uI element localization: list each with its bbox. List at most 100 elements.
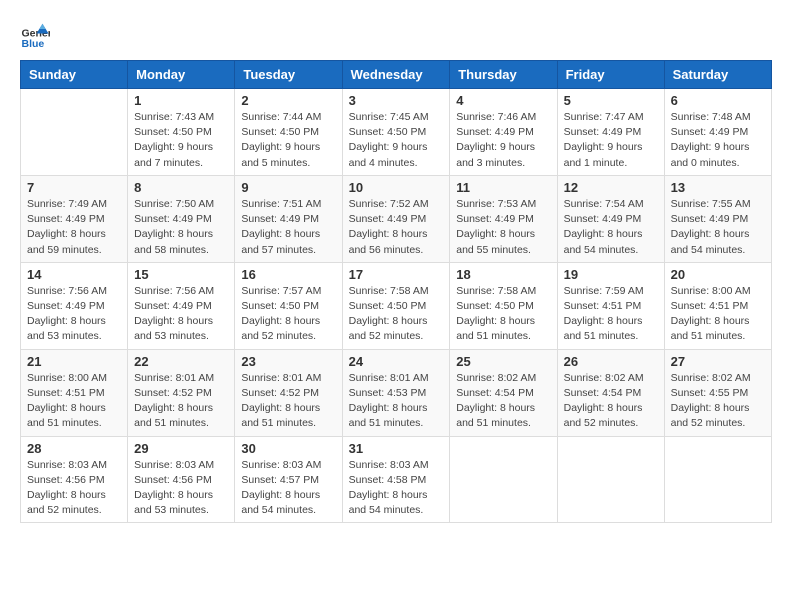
calendar-cell <box>557 436 664 523</box>
day-info: Sunrise: 7:59 AMSunset: 4:51 PMDaylight:… <box>564 284 658 345</box>
calendar-cell: 4 Sunrise: 7:46 AMSunset: 4:49 PMDayligh… <box>450 89 557 176</box>
calendar-cell: 10 Sunrise: 7:52 AMSunset: 4:49 PMDaylig… <box>342 175 450 262</box>
day-info: Sunrise: 8:02 AMSunset: 4:54 PMDaylight:… <box>456 371 550 432</box>
day-number: 26 <box>564 354 658 369</box>
day-info: Sunrise: 7:55 AMSunset: 4:49 PMDaylight:… <box>671 197 765 258</box>
day-number: 30 <box>241 441 335 456</box>
day-info: Sunrise: 7:46 AMSunset: 4:49 PMDaylight:… <box>456 110 550 171</box>
day-number: 21 <box>27 354 121 369</box>
day-number: 16 <box>241 267 335 282</box>
day-info: Sunrise: 8:01 AMSunset: 4:52 PMDaylight:… <box>134 371 228 432</box>
day-info: Sunrise: 8:01 AMSunset: 4:52 PMDaylight:… <box>241 371 335 432</box>
day-number: 19 <box>564 267 658 282</box>
day-number: 18 <box>456 267 550 282</box>
day-number: 17 <box>349 267 444 282</box>
day-info: Sunrise: 7:56 AMSunset: 4:49 PMDaylight:… <box>134 284 228 345</box>
calendar-cell: 29 Sunrise: 8:03 AMSunset: 4:56 PMDaylig… <box>128 436 235 523</box>
day-number: 3 <box>349 93 444 108</box>
calendar-cell: 19 Sunrise: 7:59 AMSunset: 4:51 PMDaylig… <box>557 262 664 349</box>
day-number: 5 <box>564 93 658 108</box>
calendar-cell <box>450 436 557 523</box>
calendar-cell: 30 Sunrise: 8:03 AMSunset: 4:57 PMDaylig… <box>235 436 342 523</box>
calendar-cell: 3 Sunrise: 7:45 AMSunset: 4:50 PMDayligh… <box>342 89 450 176</box>
day-info: Sunrise: 7:47 AMSunset: 4:49 PMDaylight:… <box>564 110 658 171</box>
day-number: 9 <box>241 180 335 195</box>
day-number: 20 <box>671 267 765 282</box>
day-info: Sunrise: 7:56 AMSunset: 4:49 PMDaylight:… <box>27 284 121 345</box>
calendar-table: SundayMondayTuesdayWednesdayThursdayFrid… <box>20 60 772 523</box>
calendar-cell: 13 Sunrise: 7:55 AMSunset: 4:49 PMDaylig… <box>664 175 771 262</box>
calendar-header-thursday: Thursday <box>450 61 557 89</box>
calendar-cell: 16 Sunrise: 7:57 AMSunset: 4:50 PMDaylig… <box>235 262 342 349</box>
day-number: 28 <box>27 441 121 456</box>
day-number: 13 <box>671 180 765 195</box>
day-number: 15 <box>134 267 228 282</box>
day-info: Sunrise: 7:49 AMSunset: 4:49 PMDaylight:… <box>27 197 121 258</box>
calendar-cell: 26 Sunrise: 8:02 AMSunset: 4:54 PMDaylig… <box>557 349 664 436</box>
calendar-week-row: 14 Sunrise: 7:56 AMSunset: 4:49 PMDaylig… <box>21 262 772 349</box>
calendar-cell: 9 Sunrise: 7:51 AMSunset: 4:49 PMDayligh… <box>235 175 342 262</box>
day-number: 10 <box>349 180 444 195</box>
day-number: 25 <box>456 354 550 369</box>
day-number: 31 <box>349 441 444 456</box>
day-number: 8 <box>134 180 228 195</box>
day-info: Sunrise: 8:00 AMSunset: 4:51 PMDaylight:… <box>27 371 121 432</box>
day-info: Sunrise: 7:48 AMSunset: 4:49 PMDaylight:… <box>671 110 765 171</box>
calendar-cell: 31 Sunrise: 8:03 AMSunset: 4:58 PMDaylig… <box>342 436 450 523</box>
day-info: Sunrise: 7:45 AMSunset: 4:50 PMDaylight:… <box>349 110 444 171</box>
calendar-cell: 18 Sunrise: 7:58 AMSunset: 4:50 PMDaylig… <box>450 262 557 349</box>
calendar-week-row: 28 Sunrise: 8:03 AMSunset: 4:56 PMDaylig… <box>21 436 772 523</box>
day-number: 4 <box>456 93 550 108</box>
calendar-cell: 5 Sunrise: 7:47 AMSunset: 4:49 PMDayligh… <box>557 89 664 176</box>
day-number: 22 <box>134 354 228 369</box>
day-info: Sunrise: 7:52 AMSunset: 4:49 PMDaylight:… <box>349 197 444 258</box>
day-number: 23 <box>241 354 335 369</box>
calendar-cell: 6 Sunrise: 7:48 AMSunset: 4:49 PMDayligh… <box>664 89 771 176</box>
calendar-header-saturday: Saturday <box>664 61 771 89</box>
day-number: 29 <box>134 441 228 456</box>
calendar-cell <box>21 89 128 176</box>
calendar-header-sunday: Sunday <box>21 61 128 89</box>
logo: General Blue <box>20 20 50 50</box>
day-info: Sunrise: 7:53 AMSunset: 4:49 PMDaylight:… <box>456 197 550 258</box>
calendar-week-row: 7 Sunrise: 7:49 AMSunset: 4:49 PMDayligh… <box>21 175 772 262</box>
day-info: Sunrise: 8:00 AMSunset: 4:51 PMDaylight:… <box>671 284 765 345</box>
calendar-week-row: 1 Sunrise: 7:43 AMSunset: 4:50 PMDayligh… <box>21 89 772 176</box>
day-number: 12 <box>564 180 658 195</box>
page-header: General Blue <box>20 20 772 50</box>
day-number: 7 <box>27 180 121 195</box>
day-number: 27 <box>671 354 765 369</box>
calendar-cell <box>664 436 771 523</box>
svg-text:Blue: Blue <box>22 38 45 50</box>
calendar-cell: 28 Sunrise: 8:03 AMSunset: 4:56 PMDaylig… <box>21 436 128 523</box>
day-info: Sunrise: 8:02 AMSunset: 4:55 PMDaylight:… <box>671 371 765 432</box>
calendar-cell: 23 Sunrise: 8:01 AMSunset: 4:52 PMDaylig… <box>235 349 342 436</box>
day-info: Sunrise: 7:58 AMSunset: 4:50 PMDaylight:… <box>349 284 444 345</box>
calendar-header-monday: Monday <box>128 61 235 89</box>
day-number: 1 <box>134 93 228 108</box>
day-info: Sunrise: 8:03 AMSunset: 4:56 PMDaylight:… <box>134 458 228 519</box>
day-info: Sunrise: 7:57 AMSunset: 4:50 PMDaylight:… <box>241 284 335 345</box>
day-info: Sunrise: 7:54 AMSunset: 4:49 PMDaylight:… <box>564 197 658 258</box>
day-number: 24 <box>349 354 444 369</box>
day-info: Sunrise: 7:43 AMSunset: 4:50 PMDaylight:… <box>134 110 228 171</box>
day-info: Sunrise: 7:58 AMSunset: 4:50 PMDaylight:… <box>456 284 550 345</box>
day-info: Sunrise: 7:51 AMSunset: 4:49 PMDaylight:… <box>241 197 335 258</box>
calendar-cell: 21 Sunrise: 8:00 AMSunset: 4:51 PMDaylig… <box>21 349 128 436</box>
day-info: Sunrise: 8:03 AMSunset: 4:58 PMDaylight:… <box>349 458 444 519</box>
calendar-header-row: SundayMondayTuesdayWednesdayThursdayFrid… <box>21 61 772 89</box>
calendar-cell: 15 Sunrise: 7:56 AMSunset: 4:49 PMDaylig… <box>128 262 235 349</box>
day-info: Sunrise: 7:44 AMSunset: 4:50 PMDaylight:… <box>241 110 335 171</box>
calendar-cell: 25 Sunrise: 8:02 AMSunset: 4:54 PMDaylig… <box>450 349 557 436</box>
calendar-cell: 22 Sunrise: 8:01 AMSunset: 4:52 PMDaylig… <box>128 349 235 436</box>
calendar-cell: 20 Sunrise: 8:00 AMSunset: 4:51 PMDaylig… <box>664 262 771 349</box>
day-info: Sunrise: 8:03 AMSunset: 4:57 PMDaylight:… <box>241 458 335 519</box>
logo-icon: General Blue <box>20 20 50 50</box>
calendar-header-friday: Friday <box>557 61 664 89</box>
calendar-cell: 17 Sunrise: 7:58 AMSunset: 4:50 PMDaylig… <box>342 262 450 349</box>
calendar-week-row: 21 Sunrise: 8:00 AMSunset: 4:51 PMDaylig… <box>21 349 772 436</box>
calendar-cell: 8 Sunrise: 7:50 AMSunset: 4:49 PMDayligh… <box>128 175 235 262</box>
calendar-cell: 7 Sunrise: 7:49 AMSunset: 4:49 PMDayligh… <box>21 175 128 262</box>
day-number: 14 <box>27 267 121 282</box>
calendar-cell: 11 Sunrise: 7:53 AMSunset: 4:49 PMDaylig… <box>450 175 557 262</box>
